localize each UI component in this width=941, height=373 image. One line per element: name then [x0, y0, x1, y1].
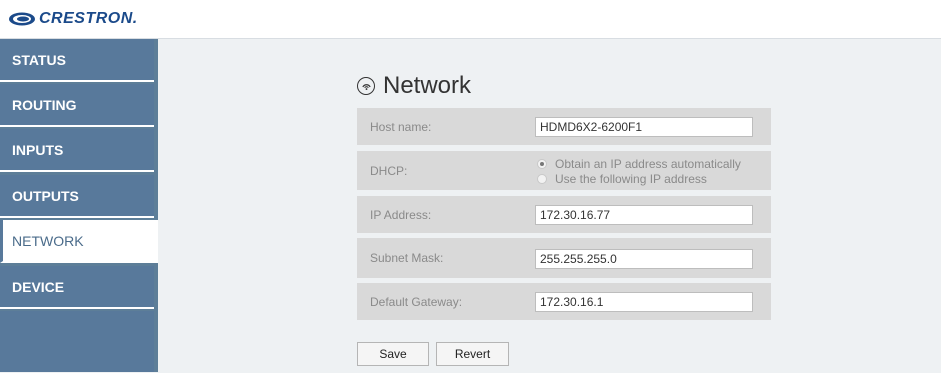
dhcp-option-label: Obtain an IP address automatically	[555, 157, 741, 171]
sidebar-item-inputs[interactable]: INPUTS	[0, 129, 154, 172]
sidebar-item-label: ROUTING	[12, 96, 77, 113]
sidebar-item-device[interactable]: DEVICE	[0, 266, 154, 309]
sidebar-item-label: INPUTS	[12, 141, 64, 158]
page-title-text: Network	[383, 72, 472, 99]
crestron-logo: CRESTRON.	[8, 10, 138, 28]
header: CRESTRON.	[0, 0, 941, 38]
subnet-mask-input[interactable]: 255.255.255.0	[535, 249, 753, 269]
default-gateway-row: Default Gateway: 172.30.16.1	[357, 283, 771, 320]
host-name-input[interactable]: HDMD6X2-6200F1	[535, 117, 753, 137]
host-name-row: Host name: HDMD6X2-6200F1	[357, 108, 771, 145]
host-name-label: Host name:	[370, 119, 432, 134]
sidebar: STATUS ROUTING INPUTS OUTPUTS NETWORK DE…	[0, 39, 158, 372]
ip-address-input[interactable]: 172.30.16.77	[535, 205, 753, 225]
subnet-mask-label: Subnet Mask:	[370, 251, 444, 265]
sidebar-item-label: NETWORK	[12, 232, 84, 249]
subnet-mask-row: Subnet Mask: 255.255.255.0	[357, 238, 771, 278]
sidebar-item-outputs[interactable]: OUTPUTS	[0, 175, 154, 218]
page-title: Network	[357, 72, 471, 100]
default-gateway-label: Default Gateway:	[370, 294, 463, 309]
network-icon	[357, 77, 375, 95]
radio-button[interactable]	[537, 174, 547, 184]
sidebar-filler	[0, 311, 154, 372]
brand-name: CRESTRON.	[39, 10, 138, 27]
dhcp-option-label: Use the following IP address	[555, 172, 707, 186]
dhcp-option-static[interactable]: Use the following IP address	[537, 172, 707, 186]
crestron-logo-icon	[9, 12, 35, 26]
sidebar-item-label: DEVICE	[12, 278, 65, 295]
ip-address-row: IP Address: 172.30.16.77	[357, 196, 771, 233]
sidebar-item-label: OUTPUTS	[12, 187, 79, 204]
sidebar-item-network[interactable]: NETWORK	[0, 220, 158, 263]
save-button[interactable]: Save	[357, 342, 429, 366]
dhcp-option-automatic[interactable]: Obtain an IP address automatically	[537, 157, 741, 171]
ip-address-label: IP Address:	[370, 207, 432, 222]
sidebar-item-label: STATUS	[12, 51, 66, 68]
dhcp-label: DHCP:	[370, 163, 408, 178]
radio-button-selected[interactable]	[537, 159, 547, 169]
sidebar-item-status[interactable]: STATUS	[0, 39, 154, 82]
revert-button[interactable]: Revert	[436, 342, 509, 366]
dhcp-row: DHCP: Obtain an IP address automatically…	[357, 151, 771, 190]
sidebar-item-routing[interactable]: ROUTING	[0, 84, 154, 127]
default-gateway-input[interactable]: 172.30.16.1	[535, 292, 753, 312]
